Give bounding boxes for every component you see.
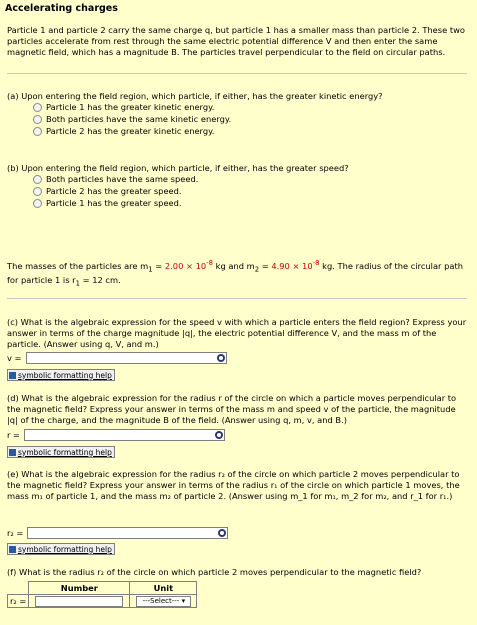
option-label: Particle 2 has the greater speed. bbox=[46, 185, 182, 196]
radio-button[interactable] bbox=[33, 102, 42, 112]
radio-button[interactable] bbox=[33, 114, 42, 124]
preview-icon[interactable] bbox=[215, 431, 224, 439]
answer-e-row: r₂ = bbox=[7, 527, 229, 539]
unit-select[interactable]: ---Select--- ▾ bbox=[135, 596, 191, 607]
question-c-prompt: (c) What is the algebraic expression for… bbox=[7, 317, 467, 349]
answer-label: v = bbox=[7, 352, 22, 363]
symbolic-help-button[interactable]: symbolic formatting help bbox=[7, 446, 115, 458]
number-column-header: Number bbox=[28, 581, 131, 595]
mass-2-value: 4.90 × 10-8 bbox=[271, 259, 320, 271]
answer-d-input[interactable] bbox=[24, 429, 226, 441]
radio-button[interactable] bbox=[33, 198, 42, 208]
answer-c-input[interactable] bbox=[25, 352, 227, 364]
radio-button[interactable] bbox=[33, 174, 42, 184]
symbolic-help-button[interactable]: symbolic formatting help bbox=[7, 369, 115, 381]
help-icon bbox=[9, 448, 16, 456]
symbolic-help-button[interactable]: symbolic formatting help bbox=[7, 543, 115, 555]
option-label: Both particles have the same kinetic ene… bbox=[46, 113, 232, 124]
answer-f-number-input[interactable] bbox=[35, 595, 124, 607]
option-b1[interactable]: Both particles have the same speed. bbox=[33, 173, 198, 185]
option-label: Both particles have the same speed. bbox=[46, 173, 199, 184]
answer-f-label: r₂ = bbox=[6, 594, 30, 608]
answer-f-table: Number Unit r₂ = ---Select--- ▾ bbox=[6, 581, 198, 608]
question-d-prompt: (d) What is the algebraic expression for… bbox=[7, 393, 457, 425]
question-e-prompt: (e) What is the algebraic expression for… bbox=[7, 469, 460, 501]
dropdown-arrow-icon: ▾ bbox=[181, 597, 186, 605]
problem-intro: Particle 1 and particle 2 carry the same… bbox=[7, 25, 465, 57]
option-a1[interactable]: Particle 1 has the greater kinetic energ… bbox=[33, 101, 214, 113]
help-icon bbox=[9, 545, 16, 553]
question-f-prompt: (f) What is the radius r₂ of the circle … bbox=[7, 567, 422, 577]
given-values: The masses of the particles are m1 = 2.0… bbox=[7, 259, 463, 289]
answer-label: r = bbox=[7, 429, 21, 440]
option-label: Particle 2 has the greater kinetic energ… bbox=[46, 125, 215, 136]
help-icon bbox=[9, 371, 16, 379]
divider bbox=[7, 73, 467, 74]
answer-c-row: v = bbox=[7, 352, 227, 364]
answer-e-input[interactable] bbox=[27, 527, 229, 539]
divider bbox=[7, 298, 467, 299]
preview-icon[interactable] bbox=[216, 354, 225, 362]
radio-button[interactable] bbox=[33, 186, 42, 196]
option-label: Particle 1 has the greater kinetic energ… bbox=[46, 101, 215, 112]
preview-icon[interactable] bbox=[218, 529, 227, 537]
option-a2[interactable]: Both particles have the same kinetic ene… bbox=[33, 113, 231, 125]
radio-button[interactable] bbox=[33, 126, 42, 136]
page-title: Accelerating charges bbox=[5, 3, 118, 14]
answer-d-row: r = bbox=[7, 429, 226, 441]
answer-label: r₂ = bbox=[7, 527, 24, 538]
option-label: Particle 1 has the greater speed. bbox=[46, 197, 182, 208]
unit-column-header: Unit bbox=[129, 581, 198, 595]
mass-1-value: 2.00 × 10-8 bbox=[164, 259, 214, 271]
option-b2[interactable]: Particle 2 has the greater speed. bbox=[33, 185, 182, 197]
option-b3[interactable]: Particle 1 has the greater speed. bbox=[33, 197, 182, 209]
option-a3[interactable]: Particle 2 has the greater kinetic energ… bbox=[33, 125, 214, 137]
